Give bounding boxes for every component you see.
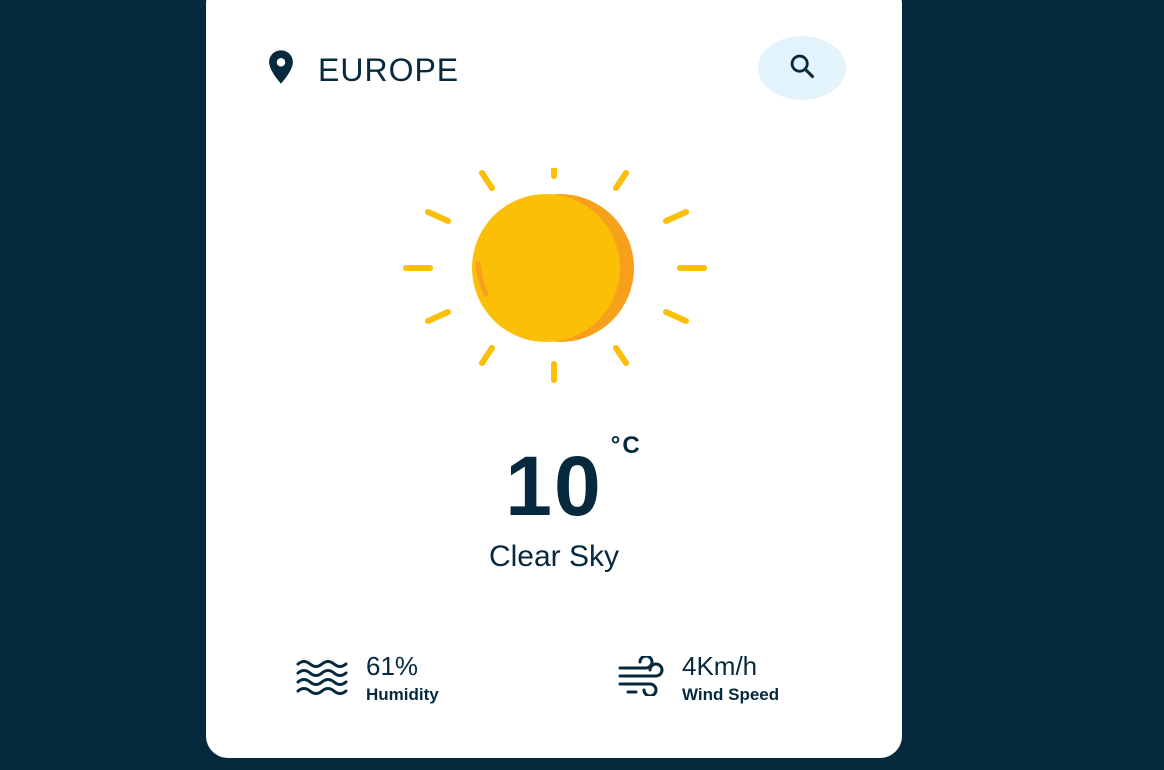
temperature-number: 10 — [505, 439, 603, 533]
location-name: EUROPE — [318, 51, 460, 88]
wind-label: Wind Speed — [682, 684, 780, 704]
wind-text: 4Km/h Wind Speed — [682, 652, 779, 705]
humidity-text: 61% Humidity — [366, 652, 439, 705]
map-pin-icon — [262, 48, 300, 91]
search-icon — [788, 52, 816, 85]
search-button[interactable] — [758, 36, 846, 100]
wind-stat: 4Km/h Wind Speed — [616, 652, 779, 705]
sun-icon — [396, 157, 716, 403]
temperature-value: 10 °C — [505, 434, 639, 529]
temperature-block: 10 °C — [206, 434, 902, 529]
temperature-unit: °C — [610, 432, 642, 459]
weather-condition: Clear Sky — [488, 540, 620, 573]
wind-icon — [616, 654, 666, 701]
humidity-value: 61% — [366, 651, 419, 681]
weather-card: EUROPE 10 °C Clear Sky 61% Humidity 4Km/… — [206, 0, 902, 758]
humidity-stat: 61% Humidity — [294, 652, 439, 705]
location-header: EUROPE — [262, 48, 459, 91]
humidity-waves-icon — [294, 656, 350, 701]
humidity-label: Humidity — [366, 684, 439, 704]
wind-value: 4Km/h — [682, 651, 758, 681]
